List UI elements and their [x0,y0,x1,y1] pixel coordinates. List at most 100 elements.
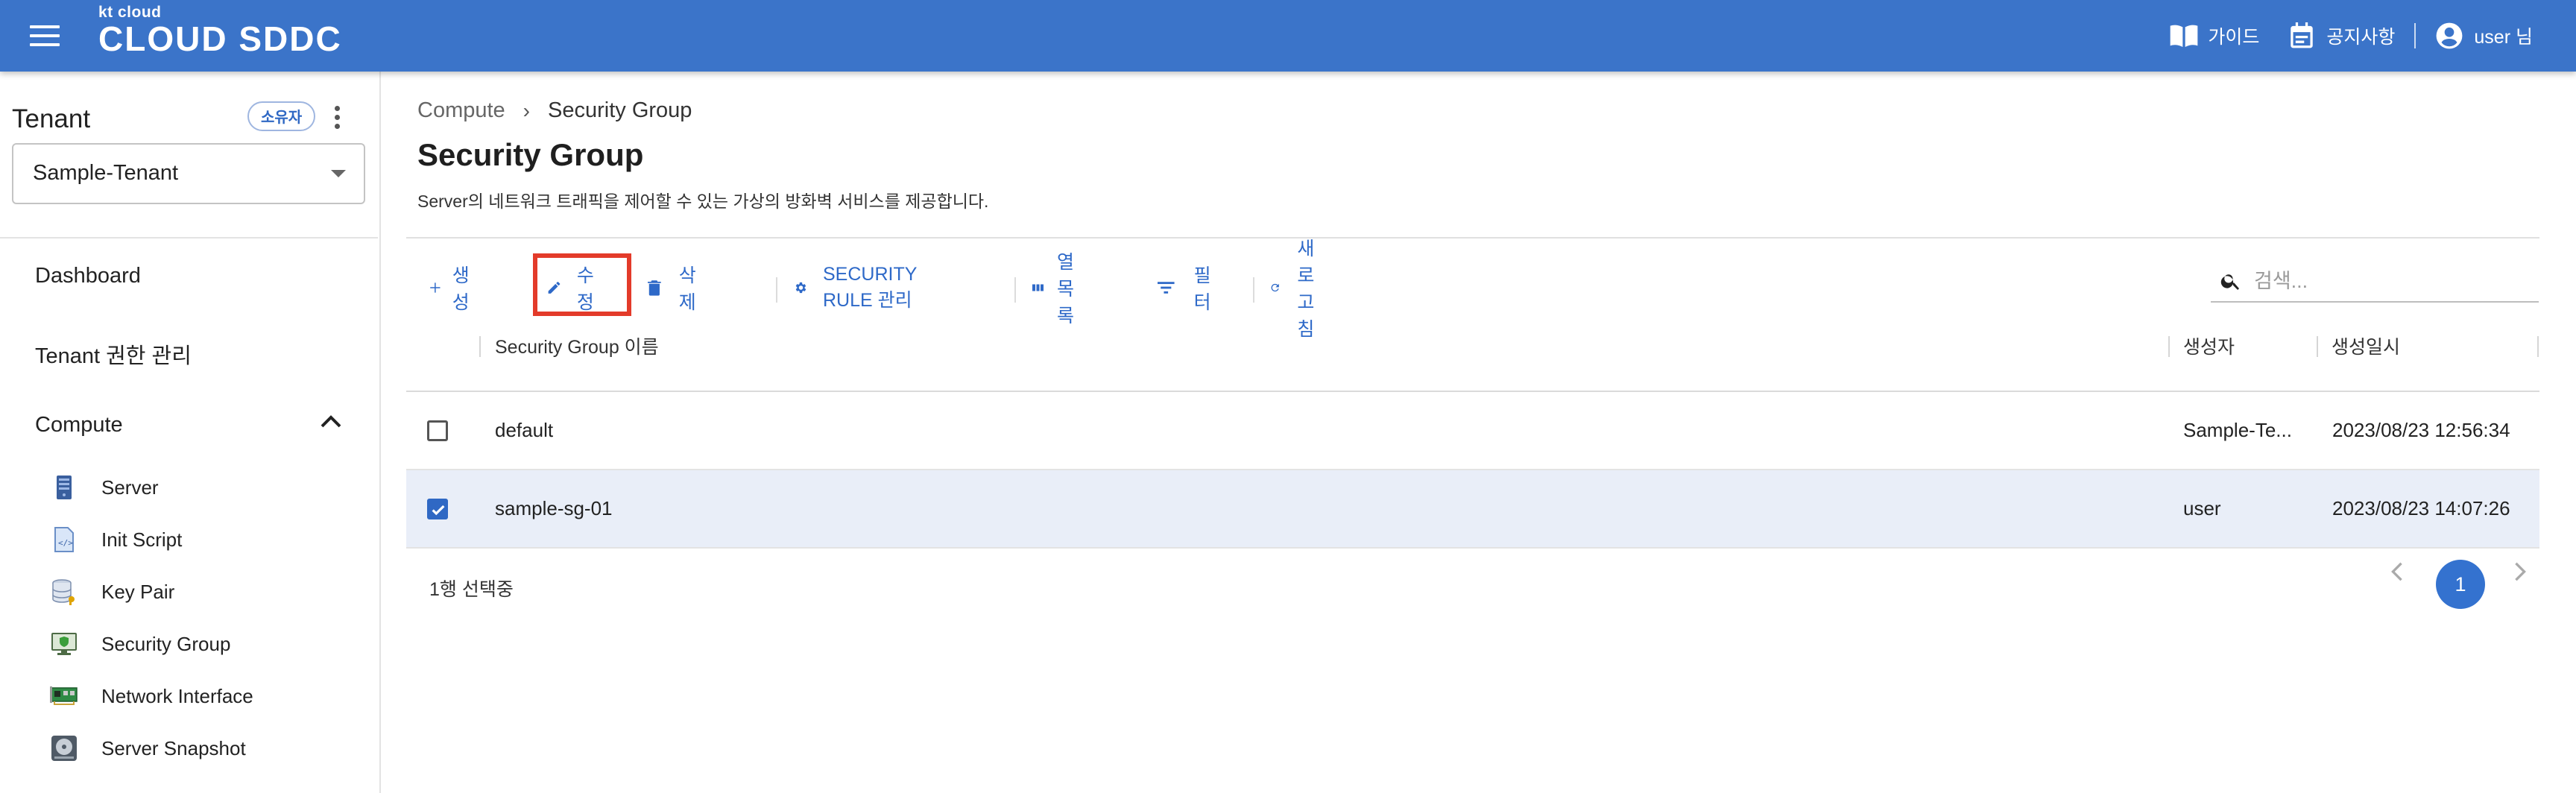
column-header-creator[interactable]: 생성자 [2183,323,2235,368]
edit-highlight-box [533,253,631,316]
more-vert-icon[interactable] [332,106,341,131]
sidebar-item-server[interactable]: Server [49,473,159,502]
columns-button[interactable]: 열 목록 [1032,252,1085,326]
content-divider [406,237,2539,238]
search-icon [2220,274,2239,290]
notice-link[interactable]: 공지사항 [2289,22,2395,49]
gear-icon [795,282,806,294]
columns-label: 열 목록 [1057,252,1075,326]
plus-icon [430,282,441,293]
svg-text:</>: </> [58,538,73,548]
column-separator [2537,336,2539,357]
table-row[interactable]: sample-sg-01 user 2023/08/23 14:07:26 [406,470,2539,549]
sidebar-item-compute[interactable]: Compute [35,413,123,437]
top-app-bar: kt cloud CLOUD SDDC 가이드 공지사항 user 님 [0,0,2576,72]
logo-product-name: CLOUD SDDC [98,19,342,58]
tenant-select[interactable]: Sample-Tenant [12,143,365,204]
guide-link[interactable]: 가이드 [2169,22,2259,49]
page-description: Server의 네트워크 트래픽을 제어할 수 있는 가상의 방화벽 서비스를 … [417,192,989,211]
breadcrumb-current: Security Group [548,98,692,122]
cell-created-at: 2023/08/23 12:56:34 [2332,419,2510,441]
refresh-label: 새로고침 [1297,238,1315,340]
sidebar-item-label: Network Interface [101,684,253,707]
dropdown-arrow-icon [331,170,346,177]
sidebar: Tenant 소유자 Sample-Tenant Dashboard Tenan… [0,72,381,793]
tenant-select-value: Sample-Tenant [33,161,179,185]
security-rule-manage-button[interactable]: SECURITY RULE 관리 [794,258,928,317]
toolbar-divider [776,277,777,303]
delete-button[interactable]: 삭제 [648,258,702,317]
column-separator [2168,336,2170,357]
sidebar-item-security-group[interactable]: Security Group [49,629,230,659]
selection-status: 1행 선택중 [429,579,514,600]
row-checkbox[interactable] [427,499,448,519]
disk-snapshot-icon [51,736,77,761]
refresh-button[interactable]: 새로고침 [1269,238,1328,340]
sidebar-item-key-pair[interactable]: Key Pair [49,577,174,607]
delete-label: 삭제 [678,265,696,313]
cell-name: default [495,419,554,441]
row-checkbox[interactable] [427,420,448,441]
breadcrumb: Compute › Security Group [417,98,692,123]
network-card-icon [50,686,78,705]
cell-created-at: 2023/08/23 14:07:26 [2332,497,2510,519]
filter-button[interactable]: 필터 [1158,258,1218,317]
search-box [2211,259,2539,303]
search-input[interactable] [2253,267,2531,295]
filter-icon [1158,282,1175,294]
sidebar-item-label: Security Group [101,632,231,655]
cell-creator: user [2183,497,2221,519]
toolbar-divider [1014,277,1016,303]
database-key-icon [52,579,75,605]
calendar-icon [2291,22,2314,48]
sidebar-item-label: Key Pair [101,580,175,603]
logo[interactable]: kt cloud CLOUD SDDC [98,4,342,57]
sidebar-item-dashboard[interactable]: Dashboard [35,264,141,288]
sidebar-item-tenant-auth[interactable]: Tenant 권한 관리 [35,338,192,370]
table-row[interactable]: default Sample-Te... 2023/08/23 12:56:34 [406,392,2539,470]
tenant-heading: Tenant [12,104,91,133]
book-icon [2171,25,2198,47]
topnav-divider [2414,23,2416,48]
refresh-icon [1271,283,1279,292]
chevron-right-icon: › [523,98,530,122]
create-button[interactable]: 생성 [429,258,476,317]
checkmark-icon [432,505,445,516]
logo-brand-small: kt cloud [98,4,162,21]
account-circle-icon [2436,22,2463,49]
filter-label: 필터 [1193,265,1211,313]
main-content: Compute › Security Group Security Group … [381,72,2576,793]
chevron-right-icon[interactable] [2511,562,2529,581]
page-number-button[interactable]: 1 [2436,560,2485,609]
trash-icon [648,280,661,296]
guide-label: 가이드 [2208,27,2260,48]
user-label: user 님 [2474,27,2533,48]
user-menu[interactable]: user 님 [2435,22,2533,50]
server-icon [57,476,72,499]
sidebar-item-init-script[interactable]: </> Init Script [49,525,182,555]
page-title: Security Group [417,137,644,172]
hamburger-menu-icon[interactable] [30,25,60,46]
cell-creator: Sample-Te... [2183,419,2292,441]
column-separator [479,336,481,357]
column-header-created-at[interactable]: 생성일시 [2332,323,2400,368]
notice-label: 공지사항 [2326,27,2396,48]
column-header-name[interactable]: Security Group 이름 [495,323,659,368]
sidebar-item-server-snapshot[interactable]: Server Snapshot [49,733,246,763]
cell-name: sample-sg-01 [495,497,613,519]
sidebar-item-label: Server [101,476,159,499]
monitor-shield-icon [51,633,77,655]
sidebar-item-label: Server Snapshot [101,736,246,759]
chevron-up-icon[interactable] [321,414,341,429]
sidebar-item-network-interface[interactable]: Network Interface [49,681,253,711]
view-columns-icon [1032,284,1044,291]
sidebar-item-label: Init Script [101,528,183,551]
toolbar-divider [1253,277,1254,303]
sidebar-divider [0,237,378,238]
security-rule-manage-label: SECURITY RULE 관리 [822,263,917,311]
column-separator [2317,336,2318,357]
create-label: 생성 [452,265,470,313]
owner-badge: 소유자 [247,101,316,131]
breadcrumb-compute-link[interactable]: Compute [417,98,505,123]
chevron-left-icon[interactable] [2388,562,2406,581]
